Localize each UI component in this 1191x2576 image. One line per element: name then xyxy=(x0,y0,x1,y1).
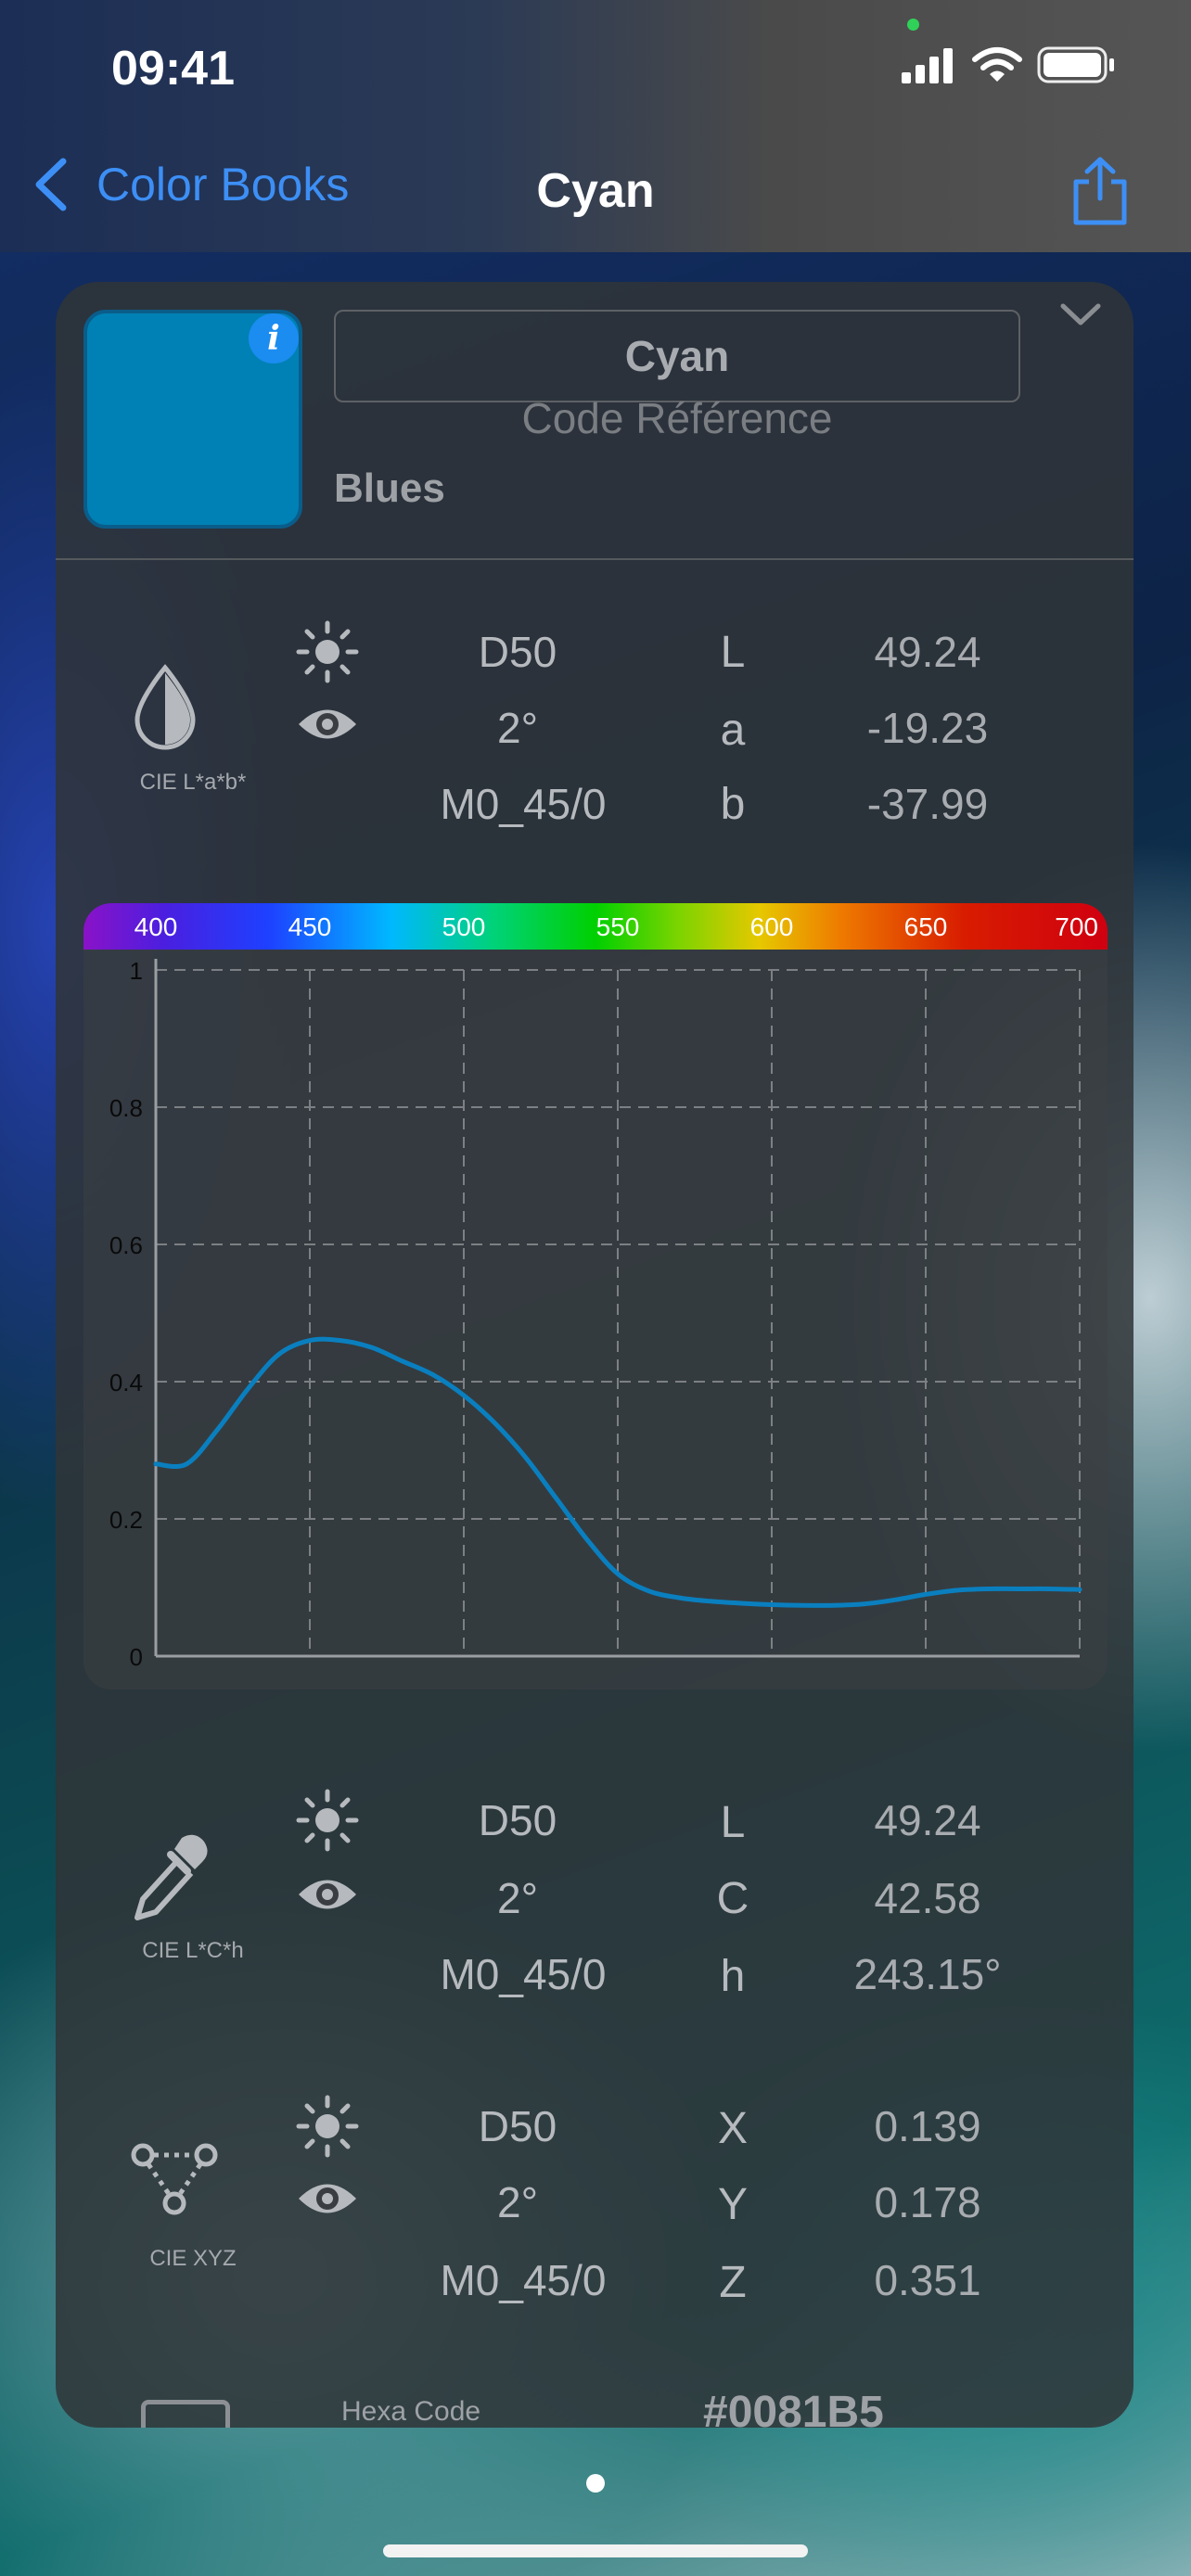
eye-icon xyxy=(299,709,356,739)
info-icon[interactable]: i xyxy=(249,313,299,363)
eye-icon xyxy=(299,1880,356,1909)
x-tick-label: 550 xyxy=(596,912,640,941)
x-tick-label: 400 xyxy=(134,912,178,941)
divider xyxy=(56,558,1133,560)
xyz-label: CIE XYZ xyxy=(149,2246,237,2271)
share-button[interactable] xyxy=(1067,156,1133,231)
navigation-bar: 09:41 Color Books Cyan xyxy=(0,0,1191,252)
page-indicator-dot[interactable] xyxy=(586,2474,605,2493)
xyz-value-y: 0.178 xyxy=(874,2178,981,2226)
collapse-button[interactable] xyxy=(1057,300,1104,333)
spectral-chart: 0 0.2 0.4 0.6 0.8 1 400 450 500 550 600 650 700 xyxy=(83,903,1108,1690)
xyz-key-x: X xyxy=(717,2104,748,2153)
illuminant-value: D50 xyxy=(478,1796,557,1844)
hexa-value[interactable]: #0081B5 xyxy=(703,2387,884,2428)
lab-key-b: b xyxy=(720,780,746,829)
color-name-field[interactable]: Cyan xyxy=(334,310,1020,402)
measurement-mode: M0_45/0 xyxy=(440,2256,607,2304)
eyedropper-icon xyxy=(134,1834,208,1920)
status-time: 09:41 xyxy=(111,42,235,96)
y-tick-label: 0.4 xyxy=(109,1369,143,1396)
x-tick-label: 500 xyxy=(442,912,486,941)
hexa-label: Hexa Code xyxy=(341,2396,481,2427)
lch-label: CIE L*C*h xyxy=(142,1938,244,1963)
x-tick-label: 450 xyxy=(288,912,332,941)
lch-value-l: 49.24 xyxy=(874,1796,981,1844)
x-tick-label: 600 xyxy=(750,912,794,941)
observer-value: 2° xyxy=(497,2178,538,2226)
illuminant-value: D50 xyxy=(478,2102,557,2150)
y-tick-label: 0.8 xyxy=(109,1094,143,1122)
lab-value-a: -19.23 xyxy=(866,704,989,752)
lch-key-c: C xyxy=(716,1874,749,1923)
spectral-curve-plot: 0 0.2 0.4 0.6 0.8 1 400 450 500 550 600 650 700 xyxy=(109,912,1098,1671)
lab-label: CIE L*a*b* xyxy=(139,770,247,795)
observer-value: 2° xyxy=(497,704,538,752)
lch-key-l: L xyxy=(720,1798,746,1847)
sun-icon xyxy=(296,2095,359,2158)
xyz-value-x: 0.139 xyxy=(874,2102,981,2150)
xyz-key-y: Y xyxy=(717,2180,748,2229)
color-detail-card: i Cyan Code Référence Blues CIE L*a*b* D… xyxy=(56,282,1133,2428)
lch-value-c: 42.58 xyxy=(874,1874,981,1922)
y-tick-label: 0.6 xyxy=(109,1231,143,1259)
page-title: Cyan xyxy=(536,164,655,218)
y-tick-label: 0 xyxy=(130,1643,143,1671)
x-tick-label: 650 xyxy=(904,912,948,941)
drop-icon xyxy=(134,664,196,750)
y-tick-label: 0.2 xyxy=(109,1506,143,1534)
lab-key-l: L xyxy=(720,628,746,677)
color-category: Blues xyxy=(334,465,445,511)
x-tick-label: 700 xyxy=(1055,912,1098,941)
xyz-triangle-icon xyxy=(131,2143,218,2215)
lab-key-a: a xyxy=(720,706,746,755)
xyz-value-z: 0.351 xyxy=(874,2256,981,2304)
illuminant-value: D50 xyxy=(478,628,557,676)
chevron-down-icon xyxy=(1060,303,1101,325)
xyz-key-z: Z xyxy=(719,2258,747,2307)
hexa-icon xyxy=(141,2400,230,2428)
measurement-mode: M0_45/0 xyxy=(440,780,607,828)
battery-icon xyxy=(1037,46,1114,83)
measurement-mode: M0_45/0 xyxy=(440,1950,607,1998)
lch-value-h: 243.15° xyxy=(853,1950,1002,1998)
lab-value-l: 49.24 xyxy=(874,628,981,676)
code-reference-field[interactable]: Code Référence xyxy=(334,393,1020,443)
share-icon xyxy=(1073,157,1127,225)
eye-icon xyxy=(299,2184,356,2213)
observer-value: 2° xyxy=(497,1874,538,1922)
signal-icon xyxy=(902,48,953,83)
sun-icon xyxy=(296,620,359,683)
privacy-indicator xyxy=(907,19,919,31)
lab-value-b: -37.99 xyxy=(866,780,989,828)
y-tick-label: 1 xyxy=(130,957,143,985)
wifi-icon xyxy=(972,47,1022,82)
lch-key-h: h xyxy=(720,1952,746,2001)
home-indicator[interactable] xyxy=(383,2544,808,2557)
sun-icon xyxy=(296,1789,359,1852)
